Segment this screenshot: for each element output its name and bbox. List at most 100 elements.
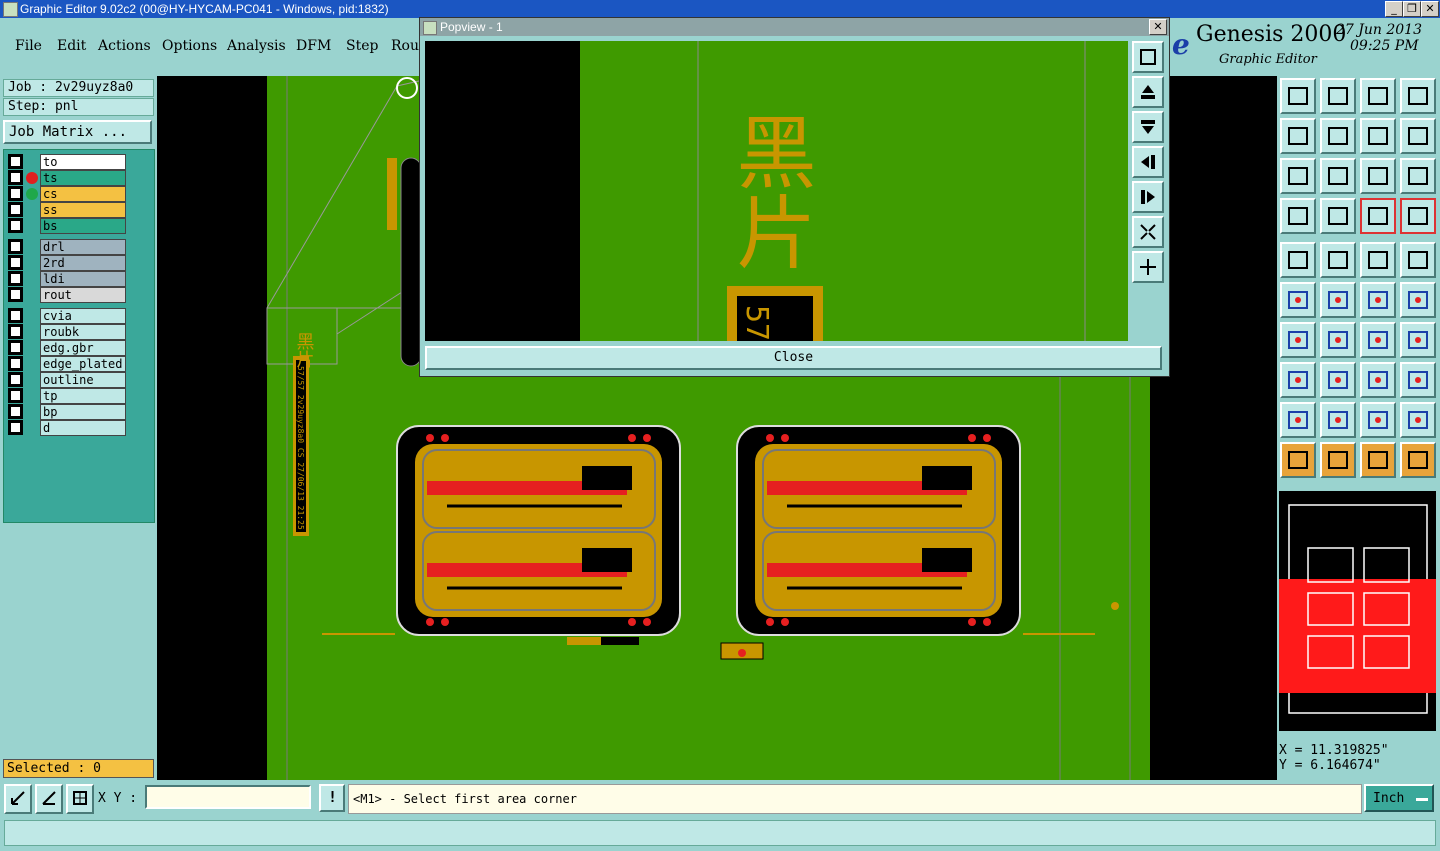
layer-checkbox[interactable] xyxy=(10,374,21,385)
layer-checkbox[interactable] xyxy=(10,406,21,417)
home-icon[interactable] xyxy=(1360,78,1396,114)
snap-icon[interactable] xyxy=(4,784,32,814)
zoom-center-icon[interactable] xyxy=(1320,158,1356,194)
popview-pan-up-button[interactable] xyxy=(1132,76,1164,108)
layer-checkbox[interactable] xyxy=(10,257,21,268)
pad-icon[interactable] xyxy=(1400,242,1436,278)
layer-checkbox[interactable] xyxy=(10,220,21,231)
units-select[interactable]: Inch xyxy=(1364,784,1434,812)
arc-icon[interactable] xyxy=(1360,322,1396,358)
menu-file[interactable]: File xyxy=(15,38,42,54)
layer-row-ldi[interactable]: ldi xyxy=(8,271,126,287)
settings-icon[interactable] xyxy=(1280,198,1316,234)
layer-checkbox[interactable] xyxy=(10,241,21,252)
maximize-button[interactable]: ❐ xyxy=(1403,1,1421,17)
connect-icon[interactable] xyxy=(1280,282,1316,318)
layer-checkbox[interactable] xyxy=(10,326,21,337)
popview-zoom-out-button[interactable] xyxy=(1132,251,1164,283)
pen-icon[interactable] xyxy=(1320,242,1356,278)
popview-zoom-in-button[interactable] xyxy=(1132,216,1164,248)
measure-box-icon[interactable] xyxy=(1360,362,1396,398)
layers-red-icon[interactable] xyxy=(1360,198,1396,234)
net-icon[interactable] xyxy=(1400,442,1436,478)
window-icon[interactable] xyxy=(1400,78,1436,114)
layer-row-ss[interactable]: ss xyxy=(8,202,126,218)
popview-pan-right-button[interactable] xyxy=(1132,181,1164,213)
layer-row-roubk[interactable]: roubk xyxy=(8,324,126,340)
move-right-icon[interactable] xyxy=(1320,118,1356,154)
layer-checkbox[interactable] xyxy=(10,310,21,321)
popview-close-button[interactable]: Close xyxy=(425,346,1162,370)
minimize-button[interactable]: _ xyxy=(1385,1,1403,17)
grid-toggle-icon[interactable] xyxy=(1320,198,1356,234)
popview-zoom-fit-button[interactable] xyxy=(1132,41,1164,73)
grid-icon[interactable] xyxy=(66,784,94,814)
save-icon[interactable] xyxy=(1320,78,1356,114)
scale-1-2-icon[interactable] xyxy=(1360,158,1396,194)
layer-row-2rd[interactable]: 2rd xyxy=(8,255,126,271)
layer-checkbox[interactable] xyxy=(10,204,21,215)
layer-row-to[interactable]: to xyxy=(8,154,126,170)
pointer-box-icon[interactable] xyxy=(1320,442,1356,478)
triangle-3-icon[interactable] xyxy=(1360,402,1396,438)
menu-step[interactable]: Step xyxy=(346,38,378,54)
menu-edit[interactable]: Edit xyxy=(57,38,86,54)
cross-icon[interactable] xyxy=(1320,282,1356,318)
pad-add-icon[interactable] xyxy=(1280,362,1316,398)
layer-checkbox[interactable] xyxy=(10,342,21,353)
layers-red-2-icon[interactable] xyxy=(1400,198,1436,234)
pointer-icon[interactable] xyxy=(1280,442,1316,478)
ruler-icon[interactable] xyxy=(1360,242,1396,278)
flip-red-icon[interactable] xyxy=(1400,322,1436,358)
zoom-fit-icon[interactable] xyxy=(1280,158,1316,194)
menu-actions[interactable]: Actions xyxy=(98,38,151,54)
layer-checkbox[interactable] xyxy=(10,289,21,300)
move-left-icon[interactable] xyxy=(1280,118,1316,154)
info-button[interactable]: ! xyxy=(319,784,345,812)
layer-row-cvia[interactable]: cvia xyxy=(8,308,126,324)
job-matrix-button[interactable]: Job Matrix ... xyxy=(3,120,152,144)
layer-row-edg.gbr[interactable]: edg.gbr xyxy=(8,340,126,356)
circles-icon[interactable] xyxy=(1400,362,1436,398)
layer-row-tp[interactable]: tp xyxy=(8,388,126,404)
layer-row-edge_plated[interactable]: edge_plated xyxy=(8,356,126,372)
close-window-button[interactable]: ✕ xyxy=(1421,1,1439,17)
select-icon[interactable] xyxy=(1280,242,1316,278)
triangle-2-icon[interactable] xyxy=(1320,402,1356,438)
undo-icon[interactable] xyxy=(1360,118,1396,154)
layer-checkbox[interactable] xyxy=(10,422,21,433)
layer-row-ts[interactable]: ts xyxy=(8,170,126,186)
measure-icon[interactable] xyxy=(35,784,63,814)
help-icon[interactable] xyxy=(1400,158,1436,194)
line-add-icon[interactable] xyxy=(1360,282,1396,318)
menu-analysis[interactable]: Analysis xyxy=(227,38,286,54)
layer-row-d[interactable]: d xyxy=(8,420,126,436)
popview-pan-left-button[interactable] xyxy=(1132,146,1164,178)
layer-checkbox[interactable] xyxy=(10,358,21,369)
menu-options[interactable]: Options xyxy=(162,38,217,54)
line-edit-icon[interactable] xyxy=(1400,282,1436,318)
open-step-icon[interactable] xyxy=(1280,78,1316,114)
popview-pan-down-button[interactable] xyxy=(1132,111,1164,143)
xy-input[interactable] xyxy=(145,785,311,809)
triangle-4-icon[interactable] xyxy=(1400,402,1436,438)
layer-row-drl[interactable]: drl xyxy=(8,239,126,255)
layer-checkbox[interactable] xyxy=(10,273,21,284)
layer-row-bp[interactable]: bp xyxy=(8,404,126,420)
layer-checkbox[interactable] xyxy=(10,390,21,401)
layer-checkbox[interactable] xyxy=(10,188,21,199)
minimap[interactable] xyxy=(1279,491,1436,731)
flip-icon[interactable] xyxy=(1400,118,1436,154)
layer-row-rout[interactable]: rout xyxy=(8,287,126,303)
layer-row-outline[interactable]: outline xyxy=(8,372,126,388)
layer-row-bs[interactable]: bs xyxy=(8,218,126,234)
layer-checkbox[interactable] xyxy=(10,156,21,167)
layer-checkbox[interactable] xyxy=(10,172,21,183)
menu-dfm[interactable]: DFM xyxy=(296,38,331,54)
popview-canvas[interactable]: 黑片 57 xyxy=(425,41,1128,341)
layer-row-cs[interactable]: cs xyxy=(8,186,126,202)
minus-icon[interactable] xyxy=(1320,362,1356,398)
triangle-icon[interactable] xyxy=(1280,402,1316,438)
popview-close-icon[interactable]: ✕ xyxy=(1149,19,1167,35)
angle-icon[interactable] xyxy=(1280,322,1316,358)
